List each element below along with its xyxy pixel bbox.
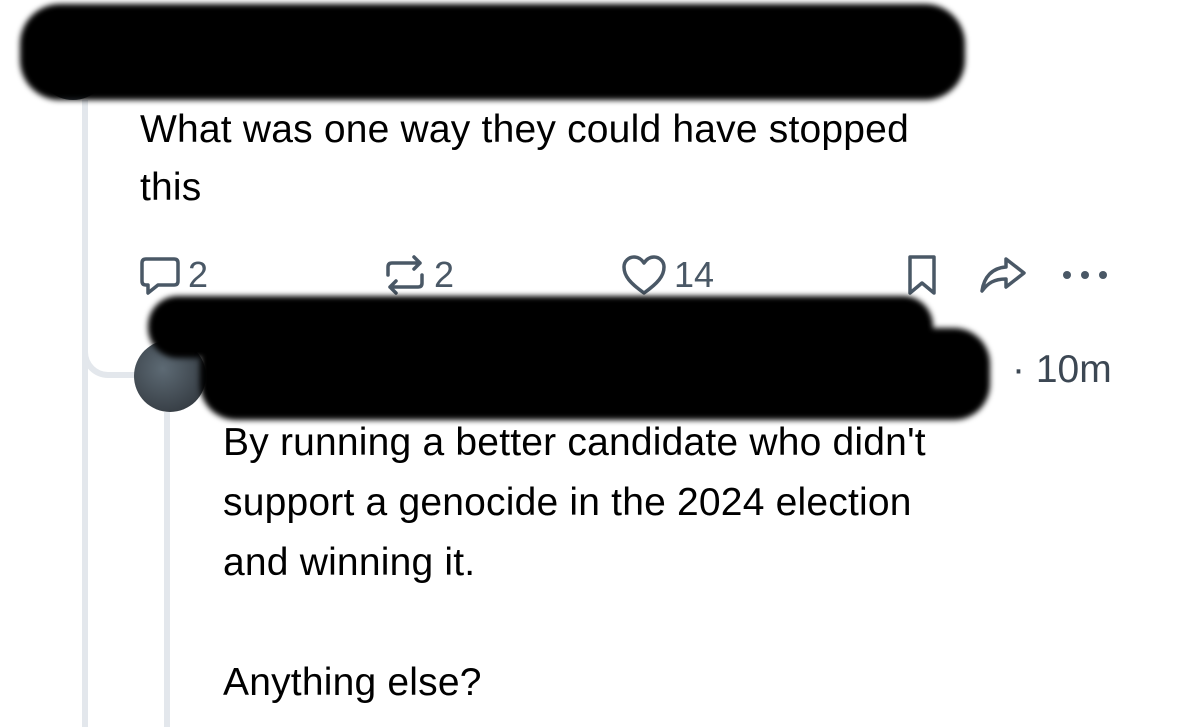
share-arrow-icon [980, 257, 1026, 293]
ellipsis-icon [1063, 271, 1107, 279]
redacted-username [200, 328, 990, 420]
reply-text: By running a better candidate who didn't… [223, 421, 926, 704]
repost-button[interactable]: 2 [382, 250, 454, 300]
repost-count: 2 [434, 254, 455, 295]
post-timestamp: · 10m [1012, 348, 1112, 391]
reply-count: 2 [188, 254, 209, 295]
like-button[interactable]: 14 [620, 250, 714, 300]
thread-connector [82, 330, 142, 378]
post-text: What was one way they could have stopped… [140, 108, 909, 209]
like-count: 14 [674, 254, 715, 295]
redacted-username [20, 4, 965, 100]
reply-button[interactable]: 2 [138, 250, 208, 300]
more-button[interactable] [1058, 250, 1112, 300]
share-button[interactable] [978, 250, 1028, 300]
repost-arrows-icon [386, 255, 424, 295]
thread-line [82, 100, 88, 727]
heart-icon [622, 255, 666, 295]
bookmark-icon [908, 255, 936, 295]
post-action-bar: 2 2 14 [138, 250, 1118, 300]
speech-bubble-icon [140, 257, 180, 295]
thread-line [164, 412, 170, 727]
bookmark-button[interactable] [902, 250, 942, 300]
